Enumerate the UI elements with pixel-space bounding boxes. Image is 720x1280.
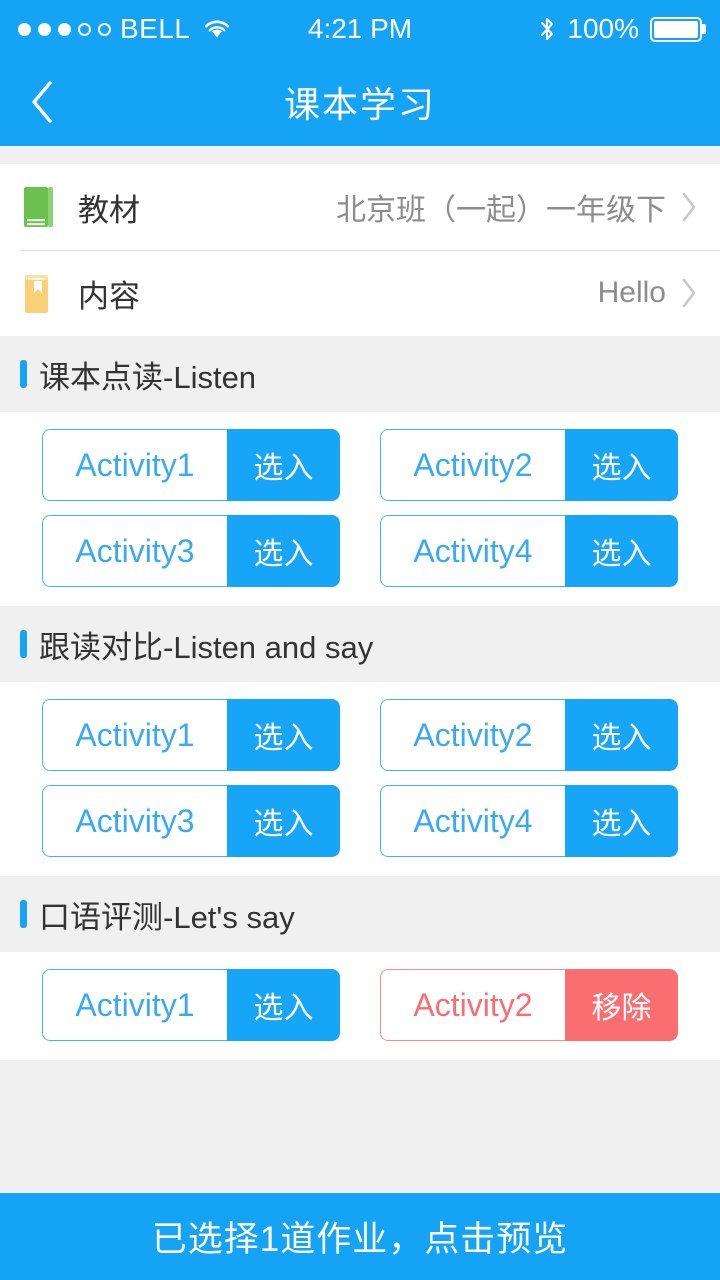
selector-group: 教材 北京班（一起）一年级下 内容 Hello: [0, 164, 720, 336]
clock-text: 4:21 PM: [307, 13, 413, 44]
activity-grid-1: Activity1 选入 Activity2 选入 Activity3 选入 A…: [0, 699, 720, 857]
activity-action-button[interactable]: 选入: [227, 515, 340, 587]
activity-grid-0: Activity1 选入 Activity2 选入 Activity3 选入 A…: [0, 429, 720, 587]
activity-button[interactable]: Activity1 选入: [42, 699, 340, 771]
activity-name: Activity2: [380, 969, 565, 1041]
activity-name: Activity4: [380, 785, 565, 857]
selector-label-content: 内容: [78, 278, 140, 314]
activity-button[interactable]: Activity2 选入: [380, 699, 678, 771]
top-spacer: [0, 146, 720, 164]
status-bar-right: 100%: [538, 15, 702, 43]
activity-name: Activity3: [42, 785, 227, 857]
signal-dot-3: [58, 22, 71, 36]
activity-action-button[interactable]: 选入: [565, 515, 678, 587]
section-accent-bar: [20, 360, 27, 388]
signal-dot-4: [78, 22, 91, 36]
activity-button[interactable]: Activity4 选入: [380, 785, 678, 857]
page-title-text: 课本学习: [283, 84, 436, 125]
battery-fill: [654, 20, 698, 38]
activity-name: Activity1: [42, 699, 227, 771]
activity-block-1: Activity1 选入 Activity2 选入 Activity3 选入 A…: [0, 682, 720, 876]
status-bar: BELL 4:21 PM 100%: [0, 0, 720, 58]
activity-block-2: Activity1 选入 Activity2 移除: [0, 952, 720, 1060]
activity-action-button[interactable]: 选入: [227, 429, 340, 501]
battery-icon: [650, 16, 702, 42]
wifi-icon: [203, 18, 231, 40]
activity-action-button[interactable]: 选入: [565, 429, 678, 501]
selector-row-textbook[interactable]: 教材 北京班（一起）一年级下: [0, 164, 720, 250]
section-accent-bar: [20, 900, 27, 928]
signal-dot-2: [38, 22, 51, 36]
activity-name: Activity2: [380, 429, 565, 501]
activity-name: Activity2: [380, 699, 565, 771]
activity-button[interactable]: Activity1 选入: [42, 969, 340, 1041]
signal-dot-5: [98, 22, 111, 36]
chevron-right-icon: [680, 192, 698, 222]
status-bar-left: BELL: [18, 15, 231, 43]
selector-value-content: Hello: [597, 276, 666, 309]
activity-action-button[interactable]: 选入: [227, 969, 340, 1041]
section-title-1: 跟读对比-Listen and say: [39, 629, 374, 665]
activity-button[interactable]: Activity3 选入: [42, 515, 340, 587]
bottom-spacer: [0, 1060, 720, 1193]
app-screen: BELL 4:21 PM 100% 课本学习 教材 北京班（一起）一年级下 内容…: [0, 0, 720, 1280]
activity-button[interactable]: Activity3 选入: [42, 785, 340, 857]
activity-action-button[interactable]: 选入: [227, 699, 340, 771]
chevron-left-icon: [29, 79, 55, 125]
activity-name: Activity4: [380, 515, 565, 587]
section-accent-bar: [20, 630, 27, 658]
activity-block-0: Activity1 选入 Activity2 选入 Activity3 选入 A…: [0, 412, 720, 606]
section-title-0: 课本点读-Listen: [39, 359, 257, 395]
activity-button-selected[interactable]: Activity2 移除: [380, 969, 678, 1041]
preview-bar-button[interactable]: 已选择1道作业，点击预览: [0, 1193, 720, 1280]
page-title: 课本学习: [0, 58, 720, 146]
section-header-1: 跟读对比-Listen and say: [0, 606, 720, 682]
activity-name: Activity1: [42, 429, 227, 501]
section-header-0: 课本点读-Listen: [0, 336, 720, 412]
activity-name: Activity1: [42, 969, 227, 1041]
activity-button[interactable]: Activity4 选入: [380, 515, 678, 587]
signal-dot-1: [18, 22, 31, 36]
carrier-name: BELL: [120, 13, 191, 44]
signal-strength-dots: [18, 22, 111, 36]
content-scroll-area[interactable]: 教材 北京班（一起）一年级下 内容 Hello 课本点读-Listen Acti…: [0, 146, 720, 1193]
activity-button[interactable]: Activity1 选入: [42, 429, 340, 501]
section-title-2: 口语评测-Let's say: [39, 899, 295, 935]
battery-percent-label: 100%: [567, 13, 639, 44]
section-header-2: 口语评测-Let's say: [0, 876, 720, 952]
selector-row-content[interactable]: 内容 Hello: [0, 250, 720, 336]
activity-name: Activity3: [42, 515, 227, 587]
activity-grid-2: Activity1 选入 Activity2 移除: [0, 969, 720, 1041]
selector-value-textbook: 北京班（一起）一年级下: [336, 194, 666, 227]
chevron-right-icon: [680, 278, 698, 308]
activity-action-button[interactable]: 选入: [565, 699, 678, 771]
preview-bar-label: 已选择1道作业，点击预览: [151, 1220, 569, 1259]
bluetooth-icon: [538, 16, 556, 42]
yellow-book-icon: [20, 271, 56, 315]
green-book-icon: [20, 185, 56, 229]
activity-action-button[interactable]: 选入: [227, 785, 340, 857]
navigation-bar: 课本学习: [0, 58, 720, 146]
back-button[interactable]: [0, 58, 84, 146]
activity-action-button[interactable]: 选入: [565, 785, 678, 857]
selector-label-textbook: 教材: [78, 192, 140, 228]
activity-button[interactable]: Activity2 选入: [380, 429, 678, 501]
activity-remove-button[interactable]: 移除: [565, 969, 678, 1041]
